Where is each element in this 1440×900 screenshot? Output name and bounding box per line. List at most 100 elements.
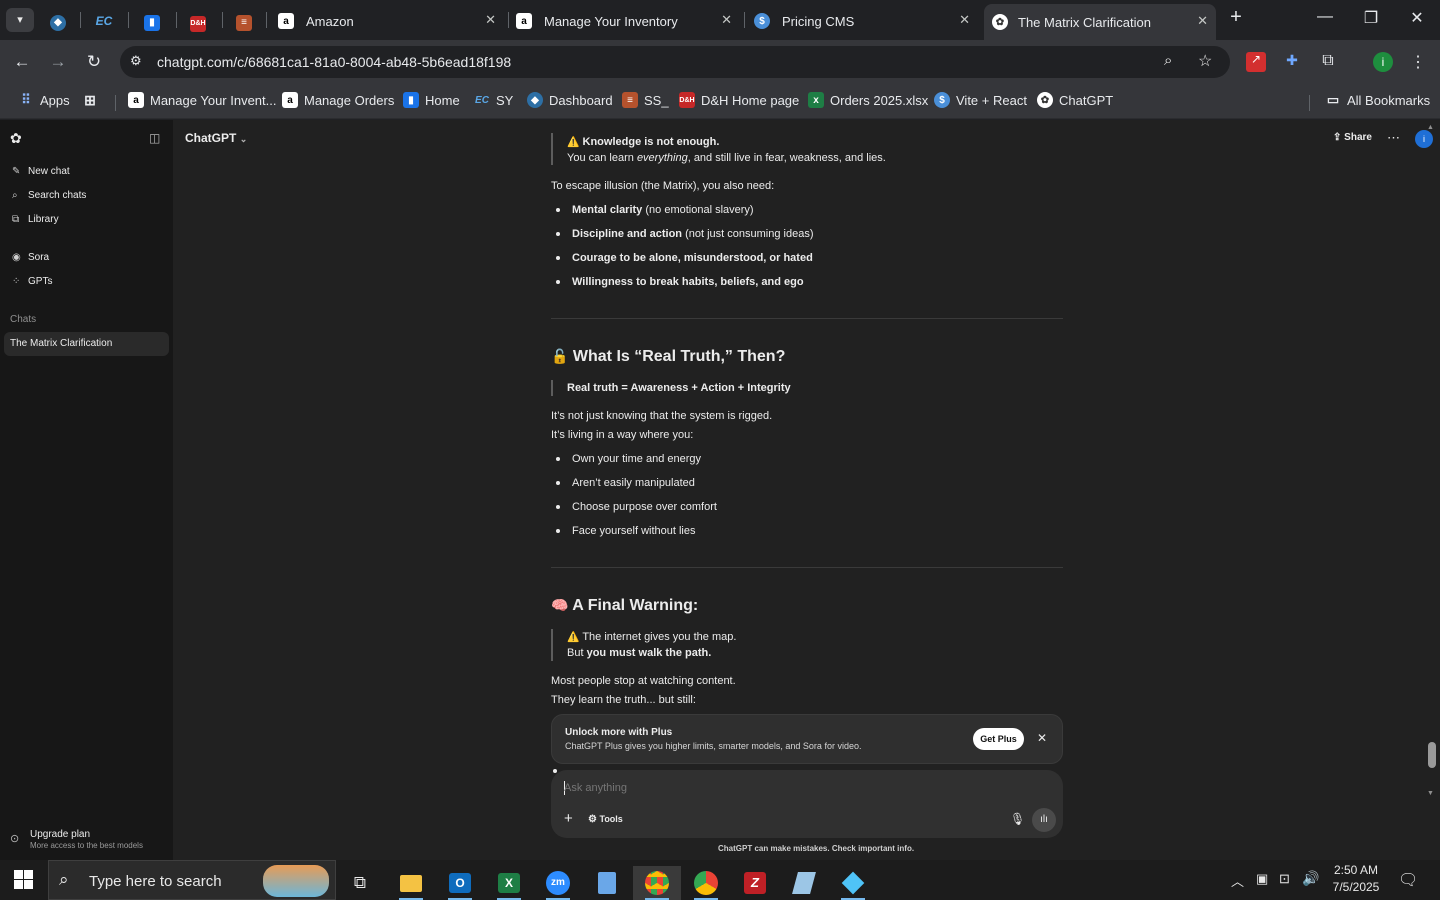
- file-explorer-icon[interactable]: [391, 866, 431, 900]
- bookmark-dashboard[interactable]: ◆ Dashboard: [527, 92, 613, 108]
- site-info-icon[interactable]: ⚙: [130, 53, 142, 69]
- scroll-down-arrow[interactable]: ▼: [1427, 790, 1434, 797]
- bookmark-all-bookmarks[interactable]: ▭ All Bookmarks: [1325, 92, 1430, 108]
- clock-date: 7/5/2025: [1332, 880, 1380, 894]
- close-icon[interactable]: ✕: [721, 12, 732, 28]
- divider: [551, 567, 1063, 568]
- bookmark-label: SY: [496, 92, 514, 108]
- extensions-puzzle-icon[interactable]: ⧉: [1318, 52, 1338, 72]
- zoom-icon[interactable]: ⌕: [1164, 52, 1172, 69]
- update-icon[interactable]: ▣: [1256, 871, 1268, 887]
- tab-manage-inventory[interactable]: a Manage Your Inventory ✕: [510, 6, 740, 36]
- bookmark-home[interactable]: ▮ Home: [403, 92, 460, 108]
- bookmark-orders-xlsx[interactable]: x Orders 2025.xlsx: [808, 92, 928, 108]
- chrome-icon[interactable]: [686, 866, 726, 900]
- bookmark-sy[interactable]: EC SY: [474, 92, 513, 108]
- bookmark-ss[interactable]: ≡ SS_: [622, 92, 669, 108]
- ec-icon: EC: [475, 94, 489, 106]
- bookmark-manage-orders[interactable]: a Manage Orders: [282, 92, 394, 108]
- notifications-icon[interactable]: 🗨: [1398, 870, 1418, 890]
- warning-paragraph-1: Most people stop at watching content.: [551, 675, 736, 687]
- tab-label: Manage Your Inventory: [544, 13, 678, 29]
- task-view-icon[interactable]: ⧉: [340, 866, 380, 900]
- close-icon[interactable]: ✕: [1037, 731, 1047, 745]
- plus-icon[interactable]: +: [564, 810, 573, 827]
- close-sidebar-icon[interactable]: ◫: [149, 131, 160, 145]
- microphone-icon[interactable]: 🎙: [1010, 812, 1025, 826]
- taskbar-search-box[interactable]: ⌕ Type here to search: [48, 860, 336, 900]
- address-bar[interactable]: ⚙ chatgpt.com/c/68681ca1-81a0-8004-ab48-…: [120, 46, 1230, 78]
- close-icon[interactable]: ✕: [485, 12, 496, 28]
- bookmark-vite-react[interactable]: $ Vite + React: [934, 92, 1027, 108]
- tab-amazon[interactable]: a Amazon ✕: [272, 6, 504, 36]
- browser-menu-icon[interactable]: ⋮: [1408, 52, 1428, 72]
- warning-icon: ⚠️: [567, 137, 580, 148]
- tab-search-button[interactable]: ▾: [6, 8, 34, 32]
- pinned-tab-3[interactable]: ▮: [144, 12, 160, 31]
- more-options-icon[interactable]: ⋯: [1387, 130, 1400, 146]
- amazon-icon: a: [278, 13, 294, 29]
- scroll-up-arrow[interactable]: ▲: [1427, 124, 1434, 131]
- extension-blue-icon[interactable]: ✚: [1282, 52, 1302, 72]
- pinned-tab-1[interactable]: ◆: [50, 12, 66, 31]
- pdf-extension-icon[interactable]: ↗: [1246, 52, 1266, 72]
- filezilla-icon[interactable]: Z: [735, 866, 775, 900]
- share-icon: ⇪: [1333, 132, 1342, 143]
- share-button[interactable]: ⇪ Share: [1333, 132, 1372, 143]
- user-avatar[interactable]: i: [1415, 130, 1433, 148]
- upgrade-plan-button[interactable]: ⊙ Upgrade plan More access to the best m…: [8, 826, 168, 854]
- close-icon[interactable]: ✕: [1197, 13, 1208, 29]
- back-button[interactable]: ←: [10, 52, 34, 72]
- minimize-button[interactable]: —: [1310, 8, 1340, 26]
- zoom-app-icon[interactable]: zm: [538, 866, 578, 900]
- bookmark-apps[interactable]: ⠿ Apps: [18, 92, 69, 108]
- close-icon[interactable]: ✕: [959, 12, 970, 28]
- bookmark-dh-home[interactable]: D&H D&H Home page: [679, 92, 799, 108]
- bookmark-star-icon[interactable]: ☆: [1198, 51, 1212, 71]
- get-plus-button[interactable]: Get Plus: [973, 728, 1024, 750]
- outlook-icon[interactable]: O: [440, 866, 480, 900]
- close-window-button[interactable]: ✕: [1402, 8, 1432, 28]
- ask-anything-input[interactable]: [564, 780, 984, 796]
- tools-button[interactable]: ⚙ Tools: [588, 814, 623, 825]
- openai-logo-icon[interactable]: ✿: [10, 130, 22, 147]
- bookmark-manage-inventory[interactable]: a Manage Your Invent...: [128, 92, 276, 108]
- amazon-icon: a: [516, 13, 532, 29]
- model-selector[interactable]: ChatGPT ⌄: [185, 131, 247, 145]
- pinned-tab-4[interactable]: D&H: [190, 12, 206, 32]
- voice-mode-button[interactable]: ılı: [1032, 808, 1056, 832]
- tab-matrix-clarification[interactable]: ✿ The Matrix Clarification ✕: [984, 4, 1216, 40]
- network-icon[interactable]: ⊡: [1279, 871, 1290, 887]
- new-tab-button[interactable]: +: [1221, 6, 1251, 29]
- taskbar-clock[interactable]: 2:50 AM 7/5/2025: [1330, 863, 1382, 894]
- dashboard-icon: ◆: [527, 92, 543, 108]
- reload-button[interactable]: ↻: [82, 52, 106, 72]
- chat-item-matrix-clarification[interactable]: The Matrix Clarification: [4, 332, 169, 356]
- profile-avatar[interactable]: i: [1373, 52, 1393, 72]
- bookmark-tab-groups[interactable]: ⊞: [82, 92, 104, 108]
- pinned-tab-ec[interactable]: EC: [96, 12, 113, 30]
- volume-icon[interactable]: 🔊: [1302, 870, 1319, 887]
- disclaimer: ChatGPT can make mistakes. Check importa…: [718, 844, 915, 853]
- bookmark-chatgpt[interactable]: ✿ ChatGPT: [1037, 92, 1113, 108]
- library-button[interactable]: ⧉ Library: [12, 214, 59, 225]
- notes-app-icon[interactable]: [784, 866, 824, 900]
- app-diamond-icon[interactable]: [833, 866, 873, 900]
- amazon-icon: a: [282, 92, 298, 108]
- sora-button[interactable]: ◉ Sora: [12, 252, 49, 263]
- gpts-button[interactable]: ⁘ GPTs: [12, 276, 52, 287]
- tab-pricing-cms[interactable]: $ Pricing CMS ✕: [748, 6, 978, 36]
- new-chat-button[interactable]: ✎ New chat: [12, 166, 70, 177]
- show-hidden-icons[interactable]: ︿: [1231, 871, 1244, 890]
- forward-button[interactable]: →: [46, 52, 70, 72]
- scrollbar-thumb[interactable]: [1428, 742, 1436, 768]
- calculator-icon[interactable]: [587, 866, 627, 900]
- restore-button[interactable]: ❐: [1356, 8, 1386, 28]
- clock-time: 2:50 AM: [1333, 863, 1379, 877]
- chrome-active-icon[interactable]: [633, 866, 681, 900]
- tools-label: Tools: [599, 814, 623, 824]
- excel-icon[interactable]: X: [489, 866, 529, 900]
- search-chats-button[interactable]: ⌕ Search chats: [12, 190, 86, 201]
- windows-start-icon[interactable]: [14, 870, 34, 890]
- pinned-tab-5[interactable]: ≡: [236, 12, 252, 31]
